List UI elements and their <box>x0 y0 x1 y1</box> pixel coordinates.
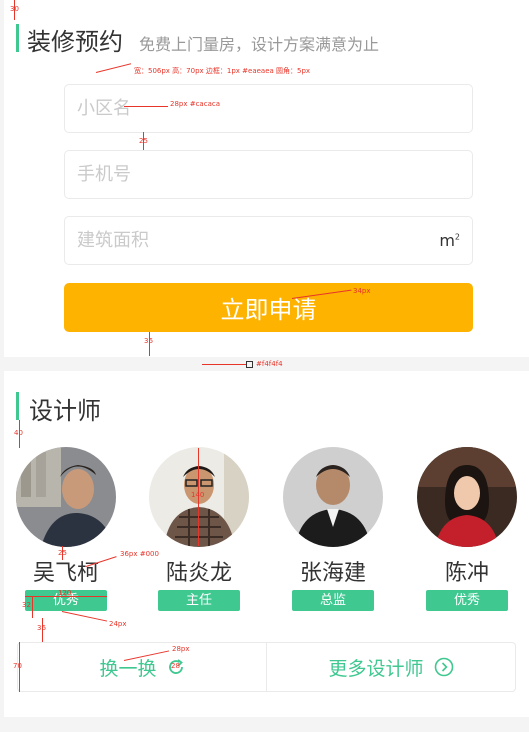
more-designers-label: 更多设计师 <box>328 657 424 680</box>
annotation-line <box>202 364 246 365</box>
annotation-bar-height: 70 <box>13 662 22 670</box>
avatar[interactable] <box>16 447 116 547</box>
more-designers-button[interactable]: 更多设计师 <box>266 643 515 691</box>
title-accent-bar <box>16 392 19 420</box>
annotation-line <box>143 132 144 150</box>
annotation-badge-height: 32 <box>22 601 31 609</box>
booking-header: 装修预约 免费上门量房，设计方案满意为止 <box>27 22 379 57</box>
designer-actions: 换一换 更多设计师 <box>17 642 516 692</box>
designers-title: 设计师 <box>29 397 101 425</box>
designer-card[interactable]: 陈冲 优秀 <box>417 447 517 611</box>
annotation-line <box>25 596 107 597</box>
annotation-divider-color: #f4f4f4 <box>256 360 283 368</box>
annotation-refresh-font: 28px <box>172 645 190 653</box>
designer-card[interactable]: 吴飞柯 优秀 <box>16 447 116 611</box>
designer-card[interactable]: 张海建 总监 <box>283 447 383 611</box>
annotation-avatar-size: 140 <box>191 491 205 499</box>
designer-name: 张海建 <box>299 561 366 586</box>
annotation-line <box>95 63 132 73</box>
community-input[interactable] <box>65 85 472 132</box>
designer-badge: 总监 <box>292 590 374 611</box>
booking-title: 装修预约 <box>27 28 123 56</box>
refresh-button[interactable]: 换一换 <box>18 643 266 691</box>
designer-name: 吴飞柯 <box>32 561 99 586</box>
designer-badge: 主任 <box>158 590 240 611</box>
annotation-line <box>42 618 43 642</box>
phone-input[interactable] <box>65 151 472 198</box>
community-field[interactable] <box>64 84 473 133</box>
annotation-button-font: 34px <box>353 287 371 295</box>
annotation-name-spec: 36px #000 <box>120 550 159 558</box>
annotation-badge-font: 24px <box>109 620 127 628</box>
area-input[interactable] <box>65 217 472 264</box>
annotation-swatch <box>246 361 253 368</box>
designers-header: 设计师 <box>29 391 101 426</box>
section-divider <box>4 717 529 732</box>
designer-card[interactable]: 陆炎龙 主任 <box>149 447 249 611</box>
annotation-line <box>19 420 20 448</box>
submit-button[interactable]: 立即申请 <box>64 283 473 332</box>
avatar[interactable] <box>417 447 517 547</box>
avatar[interactable] <box>283 447 383 547</box>
annotation-line <box>149 332 150 356</box>
chevron-right-circle-icon <box>434 657 454 677</box>
annotation-line <box>124 106 168 107</box>
designer-badge: 优秀 <box>426 590 508 611</box>
designer-name: 陆炎龙 <box>165 561 232 586</box>
refresh-label: 换一换 <box>99 657 157 680</box>
annotation-line <box>19 642 20 692</box>
annotation-line <box>14 0 15 20</box>
annotation-line <box>62 546 63 560</box>
annotation-placeholder-spec: 28px #cacaca <box>170 100 220 108</box>
title-accent-bar <box>16 24 19 52</box>
area-field[interactable]: m2 <box>64 216 473 265</box>
booking-subtitle: 免费上门量房，设计方案满意为止 <box>139 35 380 54</box>
annotation-line <box>61 611 108 622</box>
annotation-input-spec: 宽：506px 高：70px 边框：1px #eaeaea 圆角：5px <box>134 67 311 75</box>
phone-field[interactable] <box>64 150 473 199</box>
annotation-line <box>32 596 33 618</box>
designer-name: 陈冲 <box>444 561 489 586</box>
area-unit: m2 <box>439 231 460 250</box>
annotation-icon-size: 28 <box>171 662 180 670</box>
